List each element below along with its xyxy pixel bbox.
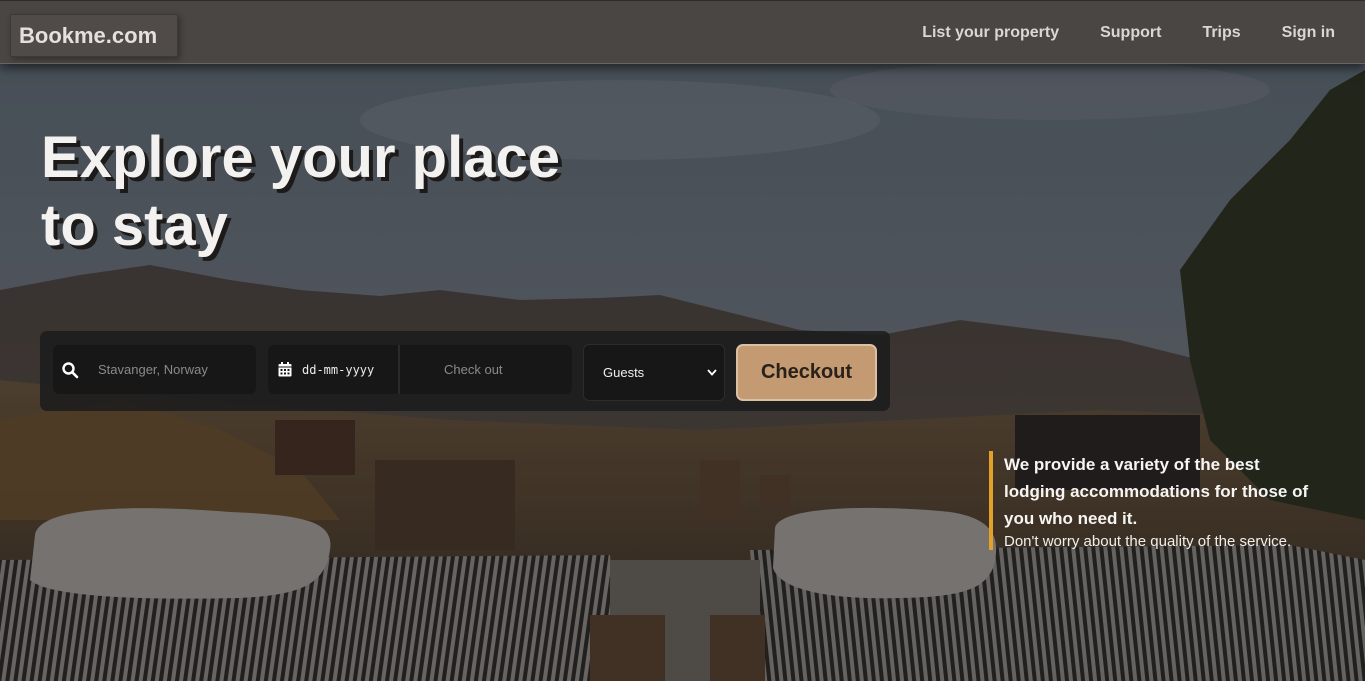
location-input[interactable]: Stavanger, Norway — [53, 345, 256, 394]
nav-sign-in[interactable]: Sign in — [1282, 24, 1335, 42]
calendar-icon[interactable] — [278, 362, 292, 377]
nav-trips[interactable]: Trips — [1202, 24, 1240, 42]
checkout-button[interactable]: Checkout — [736, 344, 877, 401]
hero-title: Explore your place to stay — [41, 124, 661, 260]
brand-logo[interactable]: Bookme.com — [10, 14, 178, 57]
guests-select[interactable]: Guests — [583, 344, 725, 401]
nav-links: List your property Support Trips Sign in — [881, 1, 1335, 65]
search-icon — [53, 361, 83, 379]
search-panel: Stavanger, Norway dd-mm-yyyy Check out G… — [40, 331, 890, 411]
guests-selected-value: Guests — [603, 365, 645, 380]
date-divider — [398, 345, 400, 394]
hero-title-line2: to stay — [41, 193, 228, 258]
hero-title-line1: Explore your place — [41, 125, 560, 190]
tagline-headline: We provide a variety of the best lodging… — [1004, 455, 1309, 528]
chevron-down-icon — [707, 369, 717, 376]
checkout-date-input[interactable]: Check out — [444, 362, 503, 377]
nav-list-property[interactable]: List your property — [922, 24, 1059, 42]
tagline: We provide a variety of the best lodging… — [989, 451, 1319, 550]
date-range-field: dd-mm-yyyy Check out — [268, 345, 572, 394]
tagline-subtext: Don't worry about the quality of the ser… — [1004, 533, 1292, 550]
checkin-date-input[interactable]: dd-mm-yyyy — [302, 363, 398, 377]
location-placeholder: Stavanger, Norway — [98, 362, 208, 377]
nav-support[interactable]: Support — [1100, 24, 1161, 42]
top-navbar: Bookme.com List your property Support Tr… — [0, 0, 1365, 64]
